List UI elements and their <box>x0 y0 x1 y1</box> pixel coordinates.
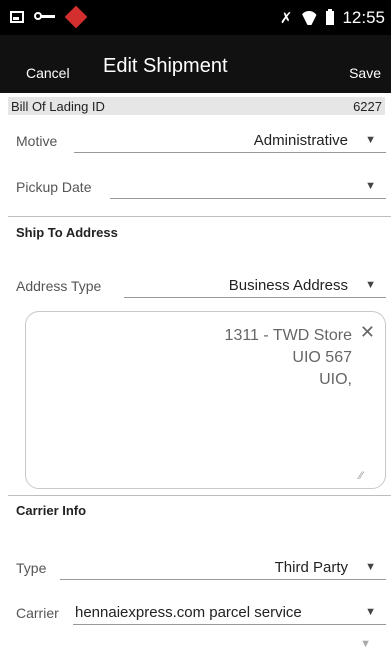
status-bar: ✗ 12:55 <box>0 0 391 35</box>
pickup-date-dropdown-icon[interactable]: ▼ <box>365 180 376 192</box>
type-value: Third Party <box>274 559 348 576</box>
bill-of-lading-label: Bill Of Lading ID <box>11 99 105 114</box>
address-type-value: Business Address <box>228 277 348 294</box>
carrier-underline <box>73 624 386 625</box>
next-field-fragment: ▼ <box>0 638 391 647</box>
app-icon <box>64 5 88 29</box>
type-underline <box>60 579 386 580</box>
mute-icon: ✗ <box>279 10 293 27</box>
pickup-date-field[interactable]: Pickup Date ▼ <box>16 171 386 201</box>
section-divider <box>8 216 391 217</box>
address-textarea[interactable]: ✕ 1311 - TWD Store UIO 567 UIO, ⁄⁄ <box>25 311 386 489</box>
resize-handle-icon[interactable]: ⁄⁄ <box>359 470 363 482</box>
pickup-date-label: Pickup Date <box>16 179 92 195</box>
cancel-button[interactable]: Cancel <box>26 65 70 81</box>
toolbar: Cancel Edit Shipment Save <box>0 35 391 93</box>
wifi-icon <box>300 11 318 25</box>
motive-label: Motive <box>16 133 58 149</box>
save-button[interactable]: Save <box>349 65 381 81</box>
address-line-2: UIO 567 <box>292 349 352 366</box>
motive-underline <box>74 152 386 153</box>
carrier-field[interactable]: Carrier hennaiexpress.com parcel service… <box>16 597 386 627</box>
bill-of-lading-row: Bill Of Lading ID 6227 <box>8 97 385 115</box>
status-left-icons <box>10 5 88 29</box>
battery-icon <box>326 9 335 25</box>
address-type-label: Address Type <box>16 278 102 294</box>
carrier-dropdown-icon[interactable]: ▼ <box>365 606 376 618</box>
bill-of-lading-value: 6227 <box>353 99 382 114</box>
type-label: Type <box>16 560 47 576</box>
pickup-date-underline <box>110 198 386 199</box>
address-lines: 1311 - TWD Store UIO 567 UIO, <box>225 325 352 391</box>
address-type-underline <box>124 297 386 298</box>
carrier-info-section-title: Carrier Info <box>16 503 87 518</box>
motive-value: Administrative <box>253 132 348 149</box>
clear-address-icon[interactable]: ✕ <box>360 322 375 343</box>
carrier-label: Carrier <box>16 605 59 621</box>
motive-field[interactable]: Motive Administrative ▼ <box>16 125 386 155</box>
section-divider <box>8 495 391 496</box>
address-line-1: 1311 - TWD Store <box>224 327 352 344</box>
status-right: ✗ 12:55 <box>280 8 385 28</box>
motive-dropdown-icon[interactable]: ▼ <box>365 134 376 146</box>
status-time: 12:55 <box>342 8 385 27</box>
address-type-dropdown-icon[interactable]: ▼ <box>365 279 376 291</box>
key-icon <box>34 12 56 22</box>
type-field[interactable]: Type Third Party ▼ <box>16 552 386 582</box>
type-dropdown-icon[interactable]: ▼ <box>365 561 376 573</box>
image-icon <box>10 11 24 23</box>
chevron-down-icon: ▼ <box>360 638 371 647</box>
page-title: Edit Shipment <box>103 55 228 77</box>
ship-to-section-title: Ship To Address <box>16 225 118 240</box>
carrier-value: hennaiexpress.com parcel service <box>75 604 302 621</box>
address-type-field[interactable]: Address Type Business Address ▼ <box>16 270 386 300</box>
address-line-3: UIO, <box>319 371 352 388</box>
